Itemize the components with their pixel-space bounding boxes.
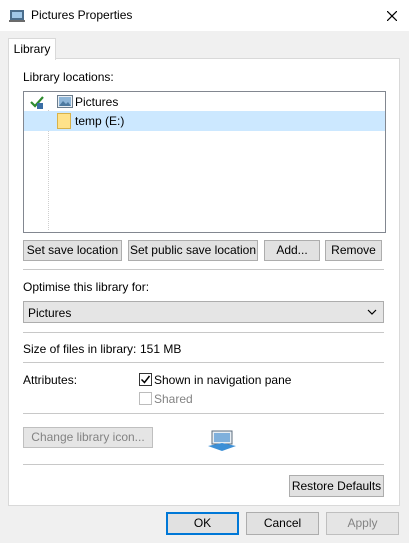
- optimise-value: Pictures: [28, 306, 72, 320]
- attributes-label: Attributes:: [23, 373, 78, 387]
- library-locations-label: Library locations:: [23, 70, 114, 84]
- window-title: Pictures Properties: [31, 8, 133, 22]
- library-icon: [208, 430, 236, 451]
- apply-button[interactable]: Apply: [326, 512, 399, 535]
- list-item-label: Pictures: [75, 95, 119, 109]
- restore-defaults-button[interactable]: Restore Defaults: [289, 475, 384, 497]
- chevron-down-icon: [367, 309, 377, 315]
- list-item[interactable]: Pictures: [24, 92, 385, 112]
- set-save-location-button[interactable]: Set save location: [23, 240, 122, 261]
- optimise-dropdown[interactable]: Pictures: [23, 301, 384, 323]
- add-button[interactable]: Add...: [264, 240, 320, 261]
- separator: [23, 413, 384, 414]
- close-icon: [386, 10, 398, 22]
- shared-checkbox[interactable]: [139, 392, 152, 405]
- set-public-save-location-button[interactable]: Set public save location: [128, 240, 258, 261]
- size-label: Size of files in library:: [23, 342, 137, 356]
- list-item-label: temp (E:): [75, 114, 125, 128]
- title-bar: Pictures Properties: [0, 0, 409, 31]
- library-app-icon: [9, 10, 25, 22]
- size-value: 151 MB: [140, 342, 182, 356]
- tab-library[interactable]: Library: [8, 38, 56, 60]
- shown-in-nav-label[interactable]: Shown in navigation pane: [154, 373, 291, 387]
- folder-icon: [57, 113, 71, 129]
- default-save-location-icon: [30, 96, 44, 109]
- shown-in-nav-checkbox[interactable]: [139, 373, 152, 386]
- change-library-icon-button[interactable]: Change library icon...: [23, 427, 153, 448]
- separator: [23, 332, 384, 333]
- separator: [23, 464, 384, 465]
- separator: [23, 269, 384, 270]
- checkmark-icon: [140, 375, 151, 384]
- pictures-folder-icon: [57, 95, 73, 108]
- separator: [23, 362, 384, 363]
- optimise-label: Optimise this library for:: [23, 280, 150, 294]
- close-button[interactable]: [378, 3, 406, 29]
- remove-button[interactable]: Remove: [325, 240, 382, 261]
- list-item-selected[interactable]: temp (E:): [24, 111, 385, 131]
- ok-button[interactable]: OK: [166, 512, 239, 535]
- cancel-button[interactable]: Cancel: [246, 512, 319, 535]
- library-locations-list[interactable]: Pictures temp (E:): [23, 91, 386, 233]
- shared-label: Shared: [154, 392, 193, 406]
